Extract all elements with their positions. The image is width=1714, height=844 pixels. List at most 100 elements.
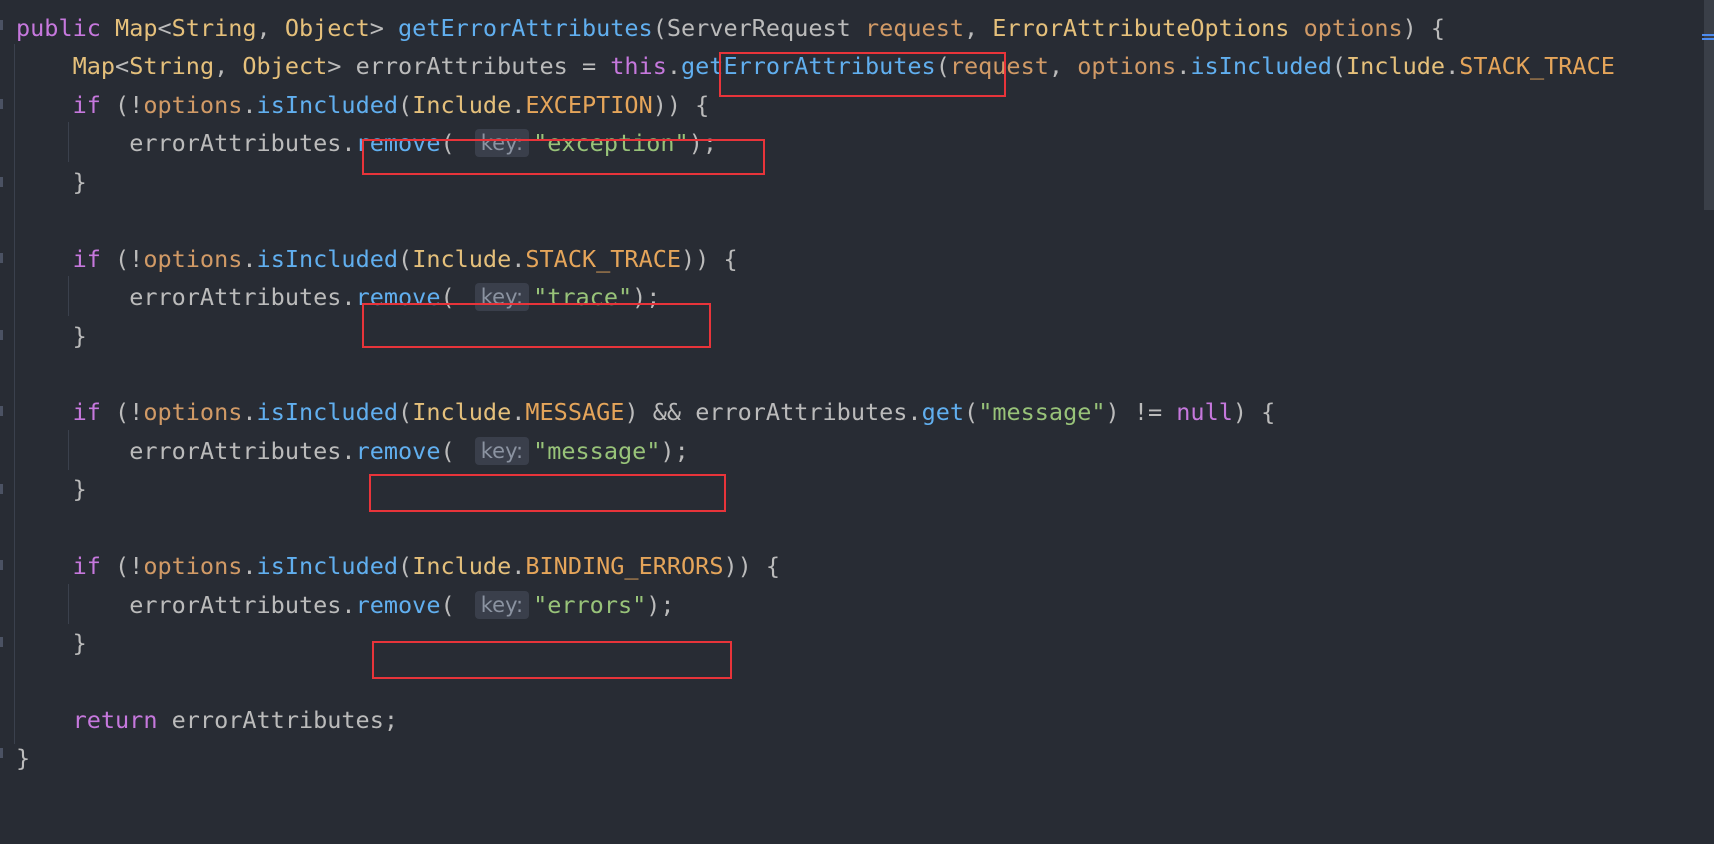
call-is-included: isIncluded — [1190, 52, 1332, 80]
var-options: options — [143, 91, 243, 119]
keyword-null: null — [1176, 398, 1233, 426]
fold-marker[interactable] — [0, 484, 3, 494]
close-brace: } — [72, 629, 87, 657]
highlight-box-remove-message — [369, 474, 726, 512]
enum-include: Include — [412, 552, 512, 580]
dot: . — [341, 129, 356, 157]
enum-include: Include — [1346, 52, 1446, 80]
code-line-7[interactable]: if (!options.isIncluded(Include.STACK_TR… — [16, 239, 738, 279]
var-error-attributes: errorAttributes — [129, 437, 342, 465]
dot: . — [666, 52, 682, 80]
code-line-17[interactable]: } — [16, 623, 87, 663]
highlight-box-remove-exception — [362, 139, 765, 175]
fold-marker[interactable] — [0, 177, 3, 187]
dot: . — [511, 552, 526, 580]
code-line-1[interactable]: public Map<String, Object> getErrorAttri… — [16, 8, 1445, 48]
enum-include: Include — [412, 398, 512, 426]
open-paren: ( — [398, 552, 413, 580]
keyword-if: if — [72, 91, 101, 119]
gt-sign: > — [369, 14, 399, 42]
keyword-if: if — [72, 398, 101, 426]
call-close: ); — [646, 591, 675, 619]
fold-marker[interactable] — [0, 20, 3, 30]
fold-marker[interactable] — [0, 637, 3, 647]
arg-options: options — [1077, 52, 1177, 80]
keyword-public: public — [16, 14, 101, 42]
code-line-9[interactable]: } — [16, 316, 87, 356]
code-line-13[interactable]: } — [16, 469, 87, 509]
const-stack-trace: STACK_TRACE — [525, 245, 682, 273]
dot: . — [1176, 52, 1191, 80]
dot: . — [242, 245, 257, 273]
open-paren: ( — [652, 14, 667, 42]
fold-marker[interactable] — [0, 406, 3, 416]
code-line-5[interactable]: } — [16, 162, 87, 202]
dot: . — [341, 283, 356, 311]
var-error-attributes: errorAttributes — [129, 591, 342, 619]
var-options: options — [143, 398, 243, 426]
highlight-box-remove-errors — [372, 641, 732, 679]
call-is-included: isIncluded — [256, 398, 399, 426]
dot: . — [511, 245, 526, 273]
vertical-scrollbar-thumb[interactable] — [1704, 0, 1714, 210]
gt-sign: > — [327, 52, 356, 80]
dot: . — [341, 591, 356, 619]
code-editor[interactable]: public Map<String, Object> getErrorAttri… — [0, 0, 1714, 844]
type-server-request: ServerRequest — [666, 14, 851, 42]
if-open: (! — [100, 245, 144, 273]
code-line-19[interactable]: return errorAttributes; — [16, 700, 398, 740]
lt-sign: < — [115, 52, 130, 80]
enum-include: Include — [412, 245, 512, 273]
string-errors: "errors" — [533, 591, 647, 619]
open-paren: ( — [398, 91, 413, 119]
null-close: ) { — [1232, 398, 1276, 426]
dot: . — [907, 398, 922, 426]
fold-marker[interactable] — [0, 253, 3, 263]
highlight-box-get-error-attributes — [719, 52, 1006, 97]
if-open: (! — [100, 552, 144, 580]
const-stack-trace: STACK_TRACE — [1459, 52, 1615, 80]
const-exception: EXCEPTION — [525, 91, 653, 119]
type-object: Object — [284, 14, 370, 42]
keyword-if: if — [72, 245, 101, 273]
fold-marker[interactable] — [0, 748, 3, 758]
string-message: "message" — [533, 437, 661, 465]
code-line-12[interactable]: errorAttributes.remove( key: "message"); — [16, 431, 689, 471]
const-message: MESSAGE — [525, 398, 625, 426]
code-line-20[interactable]: } — [16, 738, 30, 778]
parameter-hint: key: — [474, 437, 530, 465]
call-get: get — [921, 398, 965, 426]
comma: , — [964, 14, 993, 42]
fold-marker[interactable] — [0, 560, 3, 570]
cond-close: )) { — [652, 91, 710, 119]
signature-close: ) { — [1402, 14, 1446, 42]
dot: . — [511, 91, 526, 119]
type-error-attribute-options: ErrorAttributeOptions — [992, 14, 1290, 42]
var-error-attributes: errorAttributes — [129, 283, 342, 311]
code-line-3[interactable]: if (!options.isIncluded(Include.EXCEPTIO… — [16, 85, 710, 125]
close-brace: } — [72, 168, 87, 196]
code-line-15[interactable]: if (!options.isIncluded(Include.BINDING_… — [16, 546, 780, 586]
lt-sign: < — [157, 14, 172, 42]
call-close: ); — [660, 437, 689, 465]
comma: , — [214, 52, 243, 80]
comma: , — [256, 14, 285, 42]
dot: . — [242, 552, 257, 580]
open-paren: ( — [964, 398, 979, 426]
code-line-16[interactable]: errorAttributes.remove( key: "errors"); — [16, 585, 675, 625]
parameter-hint: key: — [474, 591, 530, 619]
call-remove: remove — [355, 437, 441, 465]
highlight-box-remove-trace — [362, 303, 711, 348]
dot: . — [242, 398, 257, 426]
type-map: Map — [72, 52, 116, 80]
remove-open: ( — [440, 591, 469, 619]
fold-marker[interactable] — [0, 99, 3, 109]
string-message: "message" — [978, 398, 1106, 426]
call-is-included: isIncluded — [256, 552, 399, 580]
code-line-11[interactable]: if (!options.isIncluded(Include.MESSAGE)… — [16, 392, 1276, 432]
keyword-this: this — [610, 52, 667, 80]
fold-marker[interactable] — [0, 330, 3, 340]
scroll-marker-icon[interactable] — [1702, 34, 1714, 40]
var-error-attributes: errorAttributes — [355, 52, 568, 80]
assign: = — [567, 52, 611, 80]
